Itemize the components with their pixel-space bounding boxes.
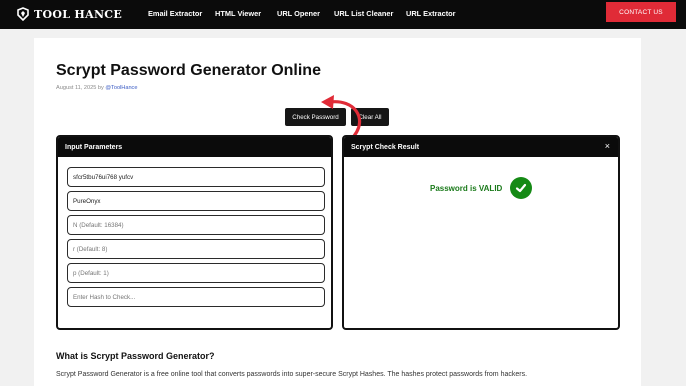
check-circle-icon	[510, 177, 533, 199]
main-nav: Email Extractor HTML Viewer URL Opener U…	[0, 9, 686, 21]
nav-email-extractor[interactable]: Email Extractor	[148, 9, 202, 18]
password-input[interactable]	[67, 167, 325, 187]
check-password-button[interactable]: Check Password	[285, 108, 346, 126]
salt-input[interactable]	[67, 191, 325, 211]
page-title: Scrypt Password Generator Online	[56, 62, 321, 79]
top-navbar: Tool Hance Email Extractor HTML Viewer U…	[0, 0, 686, 29]
validation-result: Password is VALID	[430, 177, 533, 199]
close-icon[interactable]: ×	[605, 141, 610, 151]
nav-html-viewer[interactable]: HTML Viewer	[215, 9, 261, 18]
contact-us-button[interactable]: CONTACT US	[606, 2, 676, 22]
nav-url-extractor[interactable]: URL Extractor	[406, 9, 456, 18]
r-parameter-input[interactable]	[67, 239, 325, 259]
input-parameters-panel: Input Parameters	[56, 135, 333, 330]
result-panel-title: Scrypt Check Result	[344, 137, 618, 157]
article-heading: What is Scrypt Password Generator?	[56, 351, 215, 361]
post-author-link[interactable]: @ToolHance	[105, 85, 137, 91]
nav-url-list-cleaner[interactable]: URL List Cleaner	[334, 9, 393, 18]
input-panel-title: Input Parameters	[58, 137, 331, 157]
validation-message: Password is VALID	[430, 183, 503, 193]
scrypt-check-result-panel: Scrypt Check Result × Password is VALID	[342, 135, 620, 330]
clear-all-button[interactable]: Clear All	[351, 108, 389, 126]
p-parameter-input[interactable]	[67, 263, 325, 283]
post-date: August 11, 2025 by	[56, 85, 104, 91]
post-meta: August 11, 2025 by @ToolHance	[56, 85, 137, 91]
nav-url-opener[interactable]: URL Opener	[277, 9, 320, 18]
article-paragraph: Scrypt Password Generator is a free onli…	[56, 371, 528, 378]
n-parameter-input[interactable]	[67, 215, 325, 235]
hash-input[interactable]	[67, 287, 325, 307]
